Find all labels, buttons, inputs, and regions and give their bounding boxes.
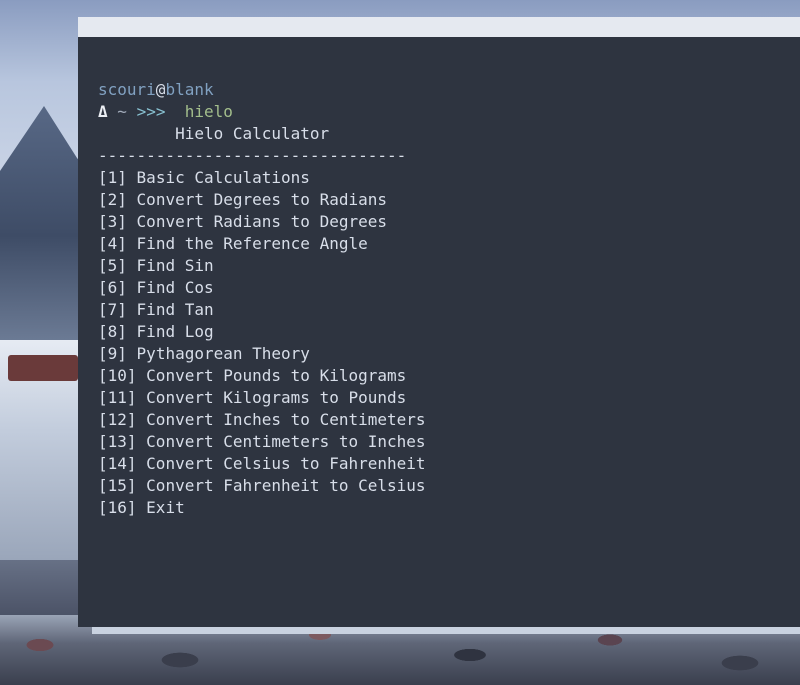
menu-item: [1] Basic Calculations <box>98 167 800 189</box>
menu-item-number: [10] <box>98 366 137 385</box>
menu-item-label: Basic Calculations <box>136 168 310 187</box>
menu-item-number: [3] <box>98 212 127 231</box>
menu-item: [8] Find Log <box>98 321 800 343</box>
app-separator: -------------------------------- <box>98 146 407 165</box>
menu-item: [13] Convert Centimeters to Inches <box>98 431 800 453</box>
menu-item: [5] Find Sin <box>98 255 800 277</box>
menu-item-number: [15] <box>98 476 137 495</box>
menu-item: [9] Pythagorean Theory <box>98 343 800 365</box>
menu-item-label: Exit <box>146 498 185 517</box>
menu-item: [12] Convert Inches to Centimeters <box>98 409 800 431</box>
menu-item: [10] Convert Pounds to Kilograms <box>98 365 800 387</box>
menu-item-number: [12] <box>98 410 137 429</box>
menu-item: [14] Convert Celsius to Fahrenheit <box>98 453 800 475</box>
prompt-line: Δ ~ >>> hielo <box>98 101 800 123</box>
menu-item-number: [5] <box>98 256 127 275</box>
prompt-at: @ <box>155 80 166 99</box>
menu-item: [16] Exit <box>98 497 800 519</box>
menu-item-number: [14] <box>98 454 137 473</box>
menu-item-label: Find the Reference Angle <box>136 234 368 253</box>
menu-item-label: Convert Kilograms to Pounds <box>146 388 407 407</box>
app-title-text: Hielo Calculator <box>175 124 330 143</box>
menu-item-label: Find Sin <box>136 256 214 275</box>
wallpaper-boat <box>8 355 78 381</box>
prompt-host: blank <box>165 80 214 99</box>
terminal-output[interactable]: scouri@blank Δ ~ >>> hielo Hielo Calcula… <box>78 17 800 519</box>
terminal-window[interactable]: scouri@blank Δ ~ >>> hielo Hielo Calcula… <box>78 17 800 627</box>
menu-item-label: Convert Inches to Centimeters <box>146 410 426 429</box>
menu-item-label: Convert Pounds to Kilograms <box>146 366 407 385</box>
menu-item-number: [2] <box>98 190 127 209</box>
menu-item-label: Convert Degrees to Radians <box>136 190 387 209</box>
menu-item: [11] Convert Kilograms to Pounds <box>98 387 800 409</box>
menu-item-number: [6] <box>98 278 127 297</box>
menu-item-number: [1] <box>98 168 127 187</box>
menu-item-label: Find Log <box>136 322 214 341</box>
prompt-cwd: ~ <box>117 102 127 121</box>
prompt-user: scouri <box>98 80 156 99</box>
menu-item-number: [13] <box>98 432 137 451</box>
menu-item: [15] Convert Fahrenheit to Celsius <box>98 475 800 497</box>
menu-list: [1] Basic Calculations [2] Convert Degree… <box>98 167 800 519</box>
menu-item-label: Convert Centimeters to Inches <box>146 432 426 451</box>
menu-item: [7] Find Tan <box>98 299 800 321</box>
menu-item-number: [8] <box>98 322 127 341</box>
menu-item-number: [16] <box>98 498 137 517</box>
prompt-arrows: >>> <box>136 102 166 121</box>
menu-item: [4] Find the Reference Angle <box>98 233 800 255</box>
menu-item-label: Convert Radians to Degrees <box>136 212 387 231</box>
menu-item-number: [4] <box>98 234 127 253</box>
menu-item-number: [9] <box>98 344 127 363</box>
prompt-header: scouri@blank <box>98 79 800 101</box>
menu-item-label: Convert Celsius to Fahrenheit <box>146 454 426 473</box>
menu-item: [6] Find Cos <box>98 277 800 299</box>
menu-item: [2] Convert Degrees to Radians <box>98 189 800 211</box>
prompt-command: hielo <box>184 102 233 121</box>
menu-item-label: Pythagorean Theory <box>136 344 310 363</box>
app-title: Hielo Calculator <box>98 123 800 145</box>
menu-item: [3] Convert Radians to Degrees <box>98 211 800 233</box>
menu-item-number: [7] <box>98 300 127 319</box>
menu-item-number: [11] <box>98 388 137 407</box>
menu-item-label: Find Tan <box>136 300 214 319</box>
menu-item-label: Convert Fahrenheit to Celsius <box>146 476 426 495</box>
prompt-delta-icon: Δ <box>98 102 108 121</box>
menu-item-label: Find Cos <box>136 278 214 297</box>
